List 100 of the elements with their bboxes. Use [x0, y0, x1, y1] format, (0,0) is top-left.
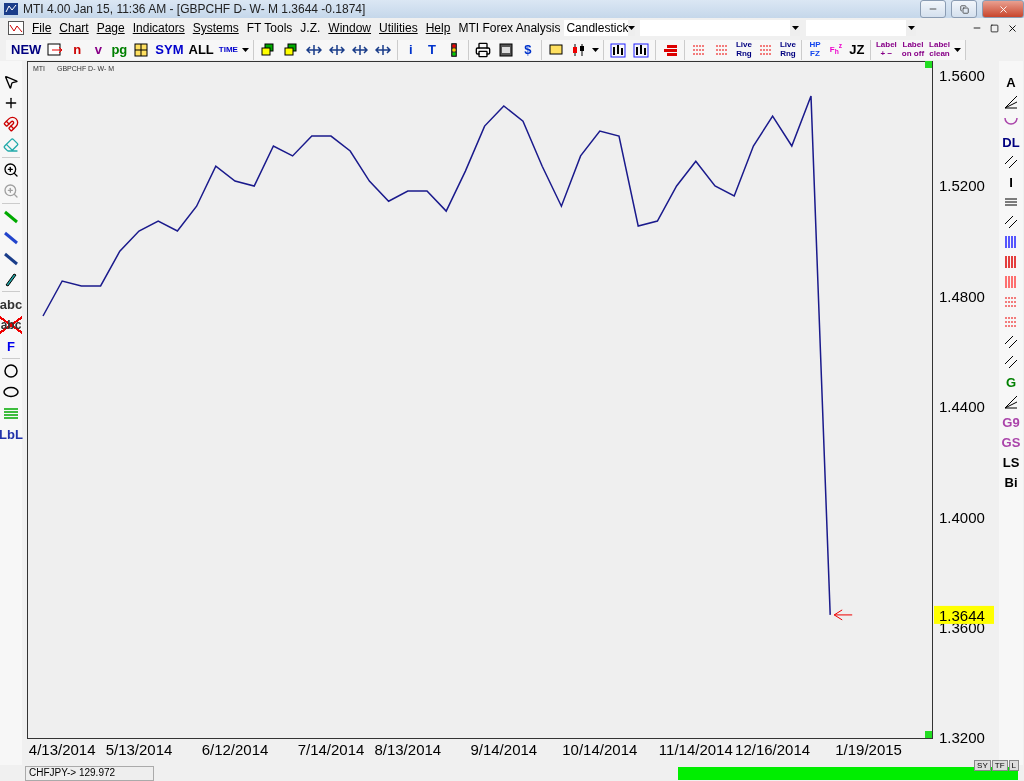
- tool-button[interactable]: Label + −: [874, 40, 898, 59]
- tool-button[interactable]: JZ: [847, 40, 866, 59]
- tool-button[interactable]: Live Rng: [734, 40, 753, 59]
- y-tick-label: 1.4800: [939, 287, 985, 305]
- dotted-lines-icon[interactable]: [1003, 294, 1019, 310]
- y-tick-label: 1.5200: [939, 177, 985, 195]
- tool-button[interactable]: v: [89, 40, 108, 59]
- print-icon[interactable]: [474, 41, 491, 58]
- y-tick-label: 1.5600: [939, 67, 985, 85]
- x-tick-label: 6/12/2014: [201, 741, 269, 758]
- menu-item[interactable]: Page: [92, 21, 129, 35]
- fan-lines-icon[interactable]: [1003, 94, 1019, 110]
- dropdown-caret-icon[interactable]: [241, 47, 249, 52]
- tool-button[interactable]: TIME: [217, 40, 239, 59]
- restore-button[interactable]: [951, 0, 977, 18]
- menu-item[interactable]: J.Z.: [296, 21, 325, 35]
- dropdown-caret-icon[interactable]: [907, 26, 915, 30]
- menu-item[interactable]: Window: [324, 21, 376, 35]
- menu-item[interactable]: MTI Forex Analysis: [454, 21, 565, 35]
- colored-lines-icon[interactable]: [3, 405, 19, 421]
- chart-type-dropdown[interactable]: Candlestick: [564, 20, 635, 36]
- grid-icon[interactable]: [133, 41, 150, 58]
- window-title: MTI 4.00 Jan 15, 11:36 AM - [GBPCHF D- W- M 1.3644 -0.1874]: [23, 2, 367, 16]
- x-tick-label: 8/13/2014: [374, 741, 442, 758]
- marker-icon: [925, 731, 932, 738]
- menu-item[interactable]: Systems: [188, 21, 243, 35]
- tool-button[interactable]: Bi: [1002, 473, 1020, 491]
- bar-chart-icon[interactable]: [632, 41, 649, 58]
- diagonal-lines-icon[interactable]: [1003, 214, 1019, 230]
- tool-button[interactable]: GS: [1000, 433, 1022, 451]
- tool-button[interactable]: n: [68, 40, 87, 59]
- dropdown-caret-icon[interactable]: [791, 26, 799, 30]
- tool-button[interactable]: G9: [1001, 413, 1021, 431]
- diagonal-lines-icon[interactable]: [1003, 354, 1019, 370]
- bar-chart-icon[interactable]: [609, 41, 626, 58]
- tool-button[interactable]: abc: [0, 295, 24, 313]
- minimize-button[interactable]: [920, 0, 946, 18]
- dropdown-field[interactable]: [640, 20, 801, 36]
- tool-button[interactable]: LS: [1001, 453, 1021, 471]
- dropdown-caret-icon[interactable]: [628, 26, 636, 30]
- menu-item[interactable]: Help: [421, 21, 455, 35]
- tool-button[interactable]: pg: [110, 40, 129, 59]
- stacked-squares-icon[interactable]: [282, 41, 299, 58]
- x-tick-label: 7/14/2014: [297, 741, 365, 758]
- tool-button[interactable]: G: [1002, 373, 1020, 391]
- x-tick-label: 5/13/2014: [105, 741, 173, 758]
- circle-icon[interactable]: [3, 363, 19, 379]
- dropdown-caret-icon[interactable]: [953, 47, 961, 52]
- pencil-icon[interactable]: [3, 271, 19, 287]
- zoom-icon[interactable]: [3, 162, 19, 178]
- candlestick-icon[interactable]: [570, 41, 587, 58]
- ellipse-icon[interactable]: [3, 384, 19, 400]
- diagonal-lines-icon[interactable]: [1003, 154, 1019, 170]
- tool-button[interactable]: NEW: [10, 40, 43, 59]
- tool-button[interactable]: I: [1002, 173, 1020, 191]
- tool-button[interactable]: SYM: [154, 40, 185, 59]
- menu-item[interactable]: Utilities: [375, 21, 422, 35]
- menu-item[interactable]: Indicators: [128, 21, 189, 35]
- x-tick-label: 12/16/2014: [735, 741, 811, 758]
- tool-button[interactable]: Label on off: [900, 40, 926, 59]
- fan-lines-icon[interactable]: [1003, 394, 1019, 410]
- tool-button[interactable]: T: [422, 40, 441, 59]
- dropdown-caret-icon[interactable]: [591, 47, 599, 52]
- tool-button[interactable]: ALL: [187, 40, 215, 59]
- close-icon: [997, 3, 1009, 15]
- trend-line-icon[interactable]: [3, 250, 19, 266]
- tool-button[interactable]: HP FZ: [805, 40, 824, 59]
- x-tick-label: 1/19/2015: [835, 741, 902, 758]
- tool-button[interactable]: Live Rng: [778, 40, 797, 59]
- x-tick-label: 10/14/2014: [562, 741, 638, 758]
- tool-button[interactable]: F: [2, 337, 20, 355]
- restore-icon[interactable]: [990, 23, 999, 33]
- diagonal-lines-icon[interactable]: [1003, 334, 1019, 350]
- parallel-lines-icon[interactable]: [1003, 234, 1019, 250]
- parallel-lines-icon[interactable]: [1003, 274, 1019, 290]
- stacked-squares-icon[interactable]: [259, 41, 276, 58]
- tool-button[interactable]: A: [1002, 73, 1020, 91]
- menu-item[interactable]: Chart: [55, 21, 93, 35]
- tool-button[interactable]: LbL: [0, 425, 24, 443]
- x-tick-label: 4/13/2014: [28, 741, 96, 758]
- tool-button[interactable]: DL: [1001, 133, 1021, 151]
- tool-button[interactable]: i: [401, 40, 420, 59]
- y-tick-label: 1.3200: [939, 729, 985, 747]
- y-tick-label: 1.4000: [939, 508, 985, 526]
- window-swap-icon[interactable]: [47, 41, 64, 58]
- crosshair-icon[interactable]: [3, 95, 19, 111]
- tool-button[interactable]: Label clean: [928, 40, 951, 59]
- menu-item[interactable]: File: [28, 21, 56, 35]
- marker-icon: [925, 61, 932, 68]
- close-icon[interactable]: [1007, 22, 1018, 34]
- arrow-cursor-icon[interactable]: [3, 74, 19, 90]
- parallel-lines-icon[interactable]: [1003, 254, 1019, 270]
- app-logo-icon: [4, 3, 18, 15]
- trend-line-icon[interactable]: [3, 229, 19, 245]
- chart-icon[interactable]: [8, 21, 24, 35]
- dotted-lines-icon[interactable]: [1003, 314, 1019, 330]
- menu-item[interactable]: FT Tools: [242, 21, 297, 35]
- dropdown-field[interactable]: [806, 20, 917, 36]
- eraser-icon[interactable]: [3, 137, 19, 153]
- magnet-icon[interactable]: [3, 116, 19, 132]
